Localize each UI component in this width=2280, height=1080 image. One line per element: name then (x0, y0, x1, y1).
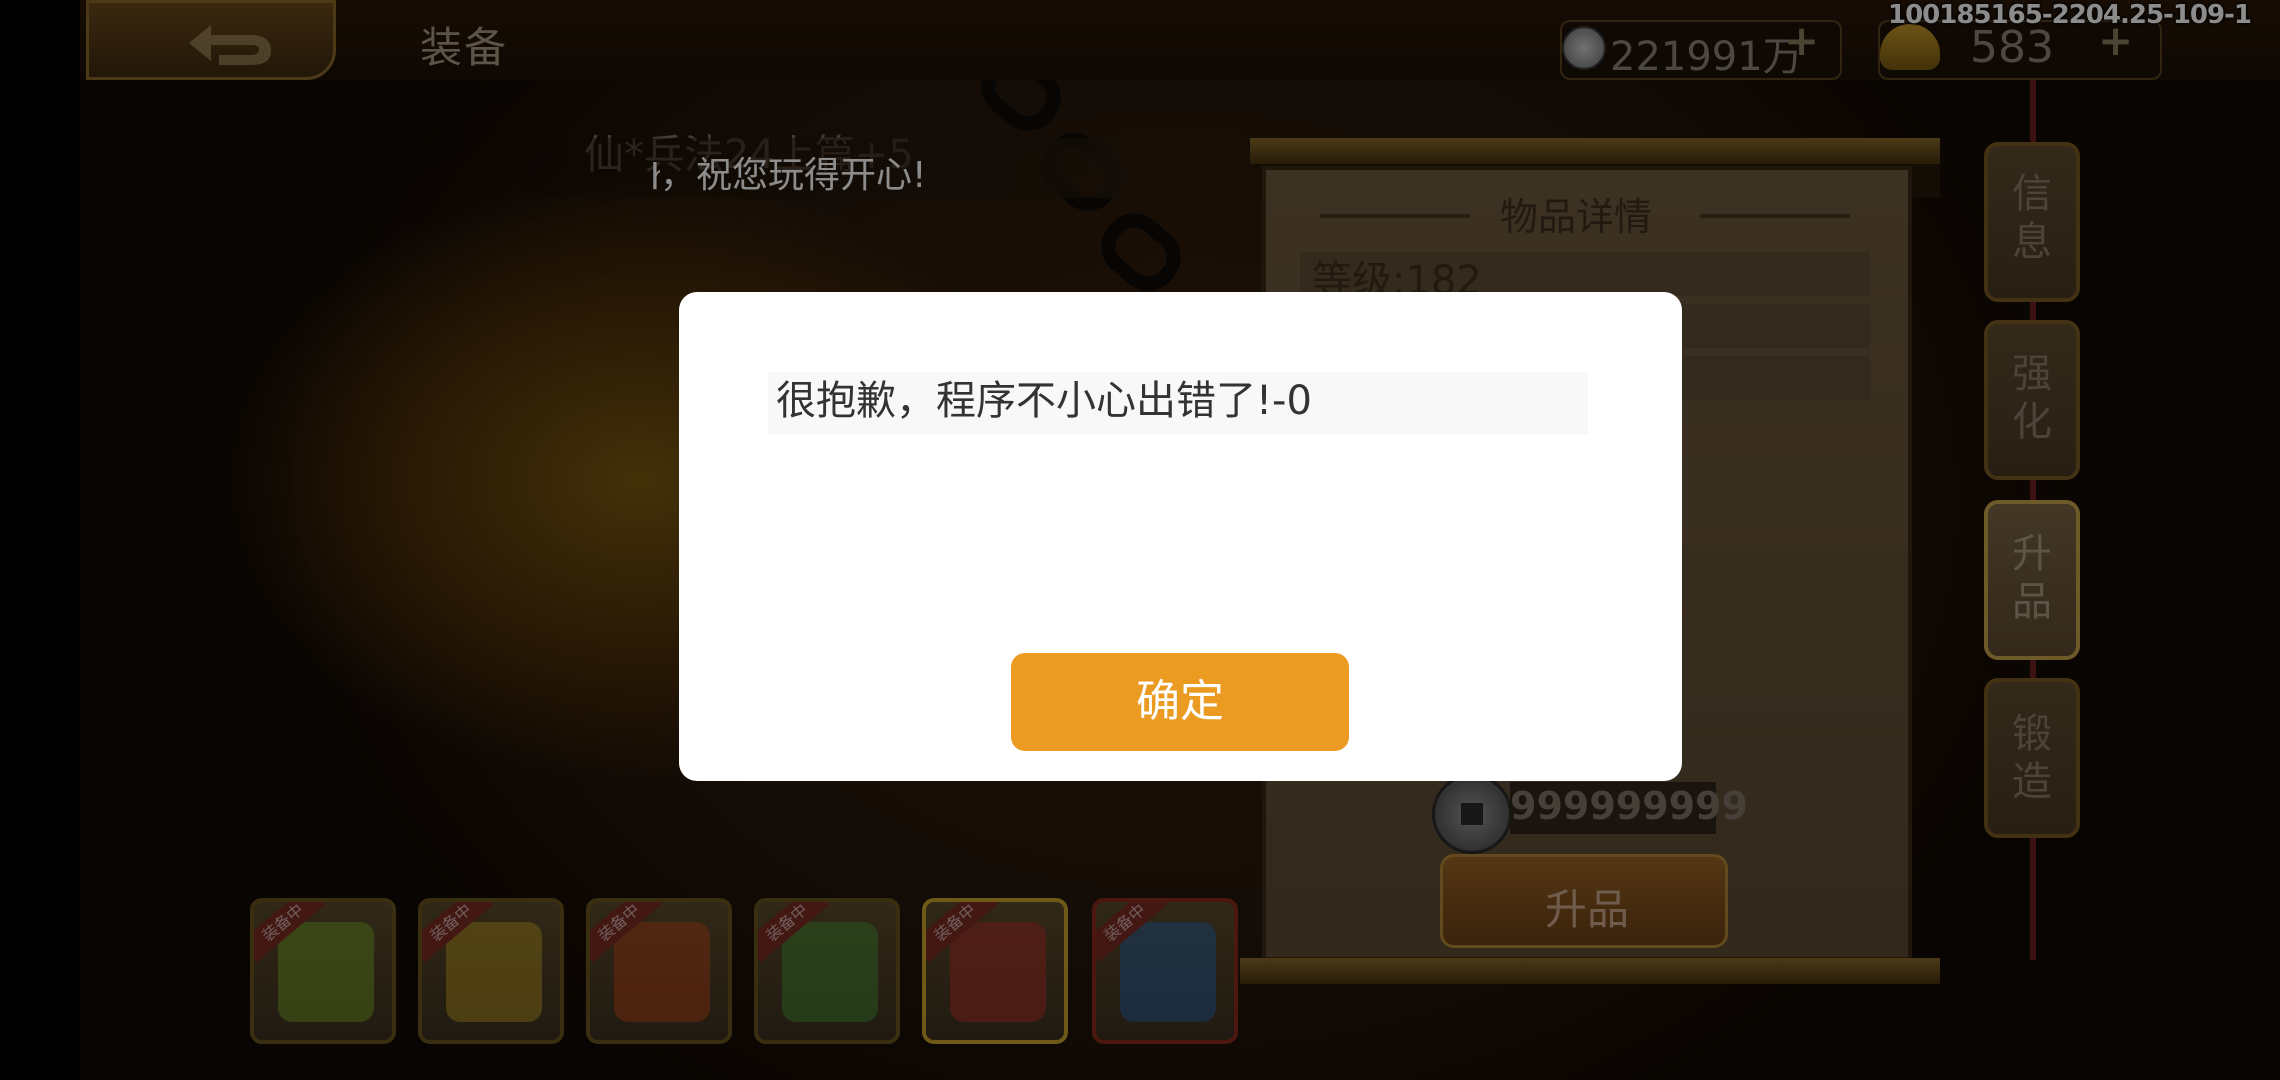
equipment-slot[interactable]: 装备中 (418, 898, 564, 1044)
equipment-slot[interactable]: 装备中 (250, 898, 396, 1044)
upgrade-button-label: 升品 (1545, 885, 1630, 934)
confirm-button[interactable]: 确定 (1011, 653, 1349, 751)
helmet-icon (614, 922, 710, 1022)
cost-coin-icon (1432, 774, 1512, 854)
sword-icon (278, 922, 374, 1022)
scroll-top-rod (1250, 138, 1940, 164)
chain-decoration (1089, 201, 1193, 303)
tab-forge-label: 锻造 (2012, 711, 2052, 805)
tab-strengthen-label: 强化 (2012, 351, 2052, 445)
book-icon (950, 922, 1046, 1022)
jade-beast-icon (782, 922, 878, 1022)
tab-upgrade-label: 升品 (2012, 531, 2052, 625)
mount-icon (1120, 922, 1216, 1022)
announcement-text: h，祝您玩得开心! (650, 155, 927, 198)
upgrade-cost: 999999999 (1510, 784, 1748, 828)
build-id-label: 100185165-2204.25-109-1 (1888, 0, 2252, 30)
title-divider (1700, 214, 1850, 218)
confirm-button-label: 确定 (1136, 676, 1224, 727)
page-title: 装备 (420, 23, 509, 72)
tab-info-label: 信息 (2012, 171, 2052, 265)
dialog-message: 很抱歉，程序不小心出错了!-0 (776, 378, 1312, 424)
chain-decoration (90, 295, 192, 389)
add-silver-button[interactable]: + (1784, 16, 1819, 65)
equipment-slot[interactable]: 装备中 (586, 898, 732, 1044)
detail-panel-title: 物品详情 (1500, 195, 1653, 239)
back-button[interactable] (86, 0, 336, 80)
scroll-bottom-rod (1240, 958, 1940, 984)
armor-icon (446, 922, 542, 1022)
equipment-slot[interactable]: 装备中 (1092, 898, 1238, 1044)
equipment-slot-selected[interactable]: 装备中 (922, 898, 1068, 1044)
title-divider (1320, 214, 1470, 218)
silver-coin-icon (1562, 26, 1606, 70)
silver-amount: 221991万 (1610, 34, 1803, 80)
back-arrow-icon (189, 25, 271, 65)
equipment-slot[interactable]: 装备中 (754, 898, 900, 1044)
